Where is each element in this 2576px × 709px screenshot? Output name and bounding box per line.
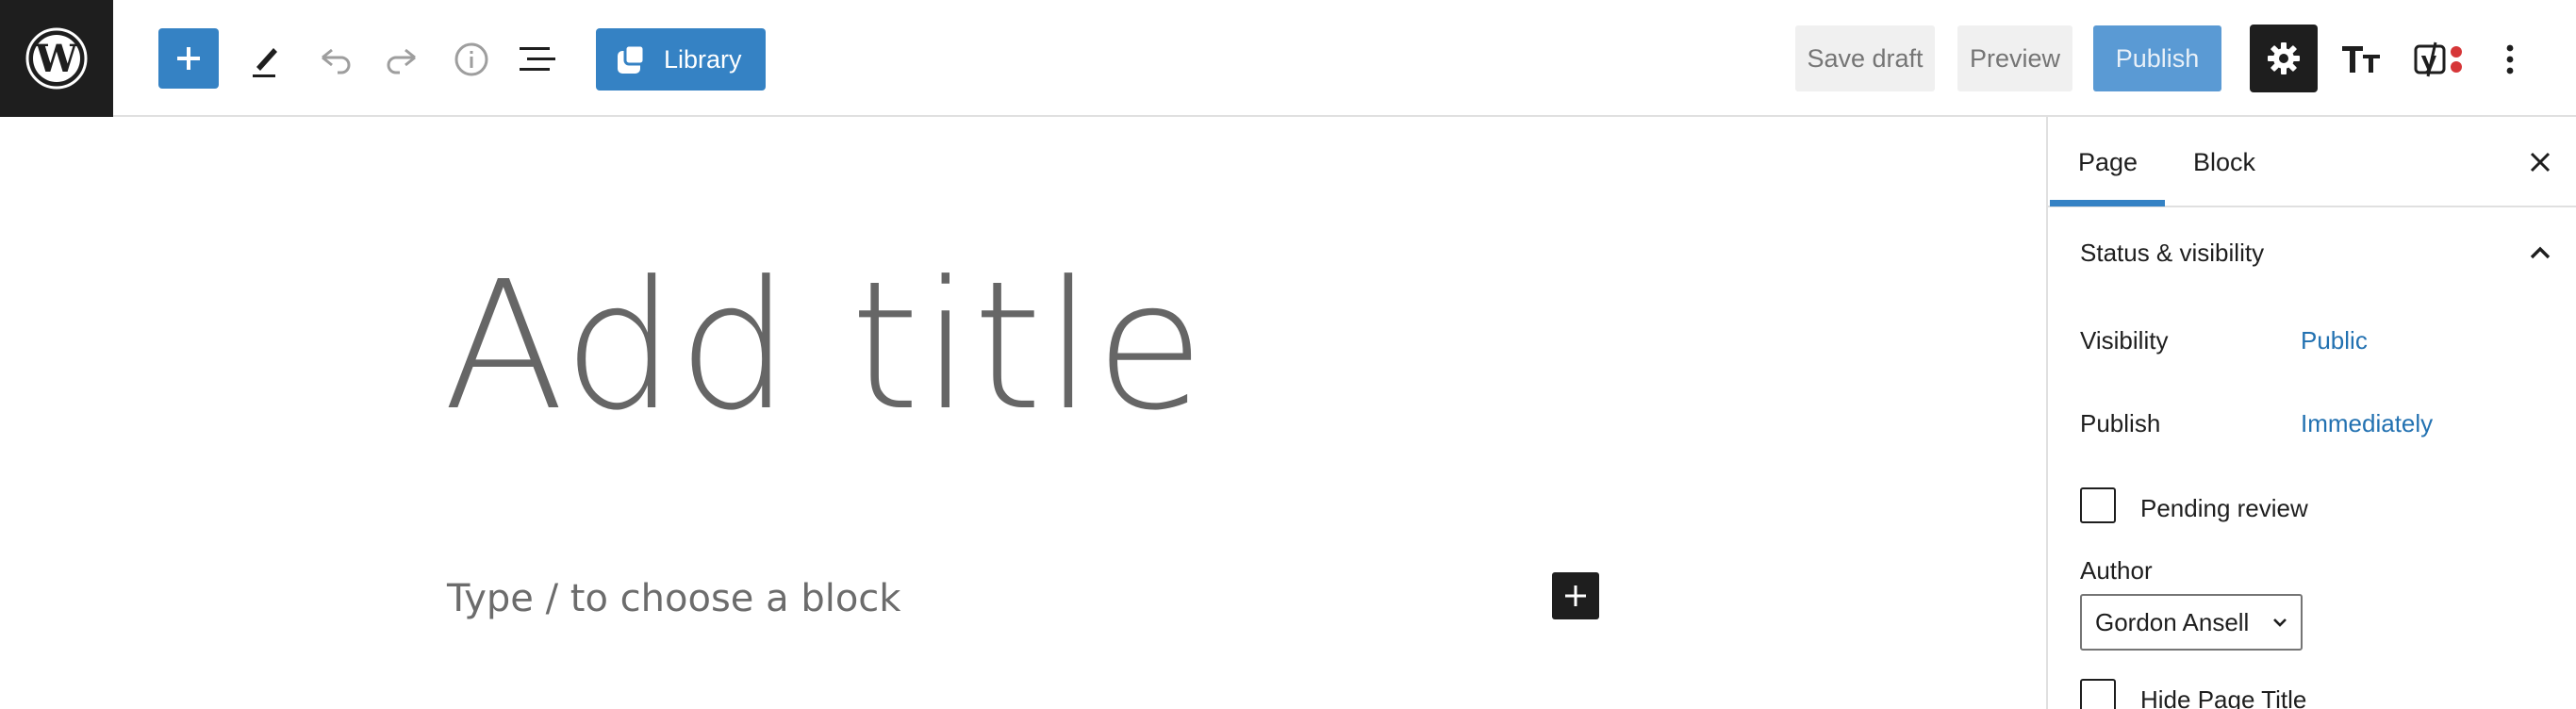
plus-icon [177,47,200,70]
chevron-up-icon [2530,246,2551,259]
plus-icon [1565,585,1586,606]
redo-icon [387,48,416,74]
redo-button[interactable] [373,28,430,91]
undo-icon [322,48,351,74]
hide-title-label: Hide Page Title [2140,685,2307,709]
settings-sidebar: Page Block Status & visibility Visibilit… [2046,117,2576,709]
panel-title: Status & visibility [2080,238,2265,267]
wordpress-logo-icon: W [25,27,88,90]
publish-button[interactable]: Publish [2093,25,2221,91]
chevron-down-icon [2273,618,2287,627]
add-block-button[interactable] [1552,572,1599,619]
editor-canvas: Add title Type / to choose a block [0,117,2046,709]
preview-button[interactable]: Preview [1957,25,2072,91]
list-view-button[interactable] [509,28,566,91]
status-visibility-panel-header[interactable]: Status & visibility [2048,207,2576,298]
close-sidebar-button[interactable] [2521,143,2559,181]
pencil-icon [253,48,277,77]
tab-block[interactable]: Block [2193,117,2255,207]
details-button[interactable] [443,28,500,91]
hide-title-checkbox[interactable] [2080,679,2116,709]
typography-icon [2342,46,2380,73]
typography-button[interactable] [2331,28,2391,91]
publish-date-label: Publish [2080,409,2161,437]
save-draft-button[interactable]: Save draft [1795,25,1935,91]
visibility-link[interactable]: Public [2301,326,2368,355]
block-appender-field[interactable]: Type / to choose a block [447,577,900,620]
gear-icon [2268,42,2300,74]
library-button[interactable]: Library [596,28,766,91]
yoast-seo-button[interactable]: y [2408,28,2478,91]
options-button[interactable] [2489,28,2531,91]
more-vertical-icon [2506,44,2514,74]
yoast-icon: y [2414,41,2462,77]
panel-toggle[interactable] [2521,234,2559,272]
active-tab-indicator [2050,200,2165,206]
tab-page[interactable]: Page [2078,117,2138,207]
library-icon [618,43,646,74]
pending-review-label: Pending review [2140,494,2308,522]
editor-header: W Library Save draft Preview Publish y [0,0,2576,117]
library-label: Library [664,44,742,74]
info-icon [454,42,488,76]
undo-button[interactable] [307,28,364,91]
pending-review-checkbox[interactable] [2080,487,2116,523]
settings-button[interactable] [2250,25,2318,92]
tools-button[interactable] [238,28,294,91]
author-label: Author [2080,556,2153,585]
publish-date-link[interactable]: Immediately [2301,409,2433,438]
close-icon [2530,152,2551,173]
visibility-label: Visibility [2080,326,2169,354]
author-select-value: Gordon Ansell [2095,607,2250,636]
list-view-icon [520,47,555,71]
svg-text:W: W [35,37,79,81]
sidebar-tabs: Page Block [2048,117,2576,207]
author-select[interactable]: Gordon Ansell [2080,594,2303,651]
wordpress-logo-button[interactable]: W [0,0,113,117]
block-inserter-button[interactable] [158,28,219,89]
post-title-field[interactable]: Add title [443,258,1206,436]
